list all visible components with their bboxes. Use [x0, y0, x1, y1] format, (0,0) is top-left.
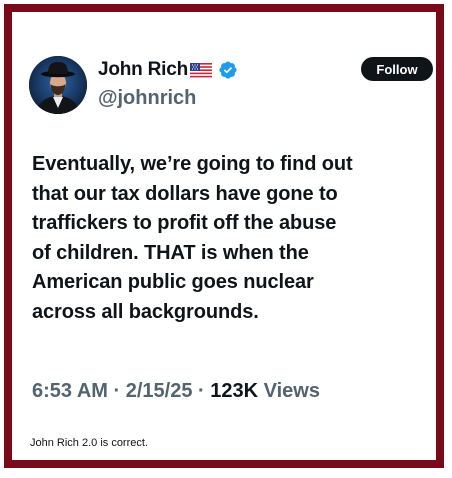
verified-badge-icon: [218, 60, 238, 80]
tweet-time[interactable]: 6:53 AM: [32, 380, 108, 402]
tweet-text-line: American public goes nuclear: [32, 271, 314, 293]
post-frame: John Rich @johnrich Follow Eventually, w…: [4, 4, 444, 468]
tweet-text: Eventually, we’re going to find out that…: [32, 150, 440, 327]
meta-separator: ·: [198, 380, 211, 402]
tweet-text-line: of children. THAT is when the: [32, 241, 309, 264]
views-count: 123K: [210, 380, 264, 402]
us-flag-icon: [190, 62, 213, 78]
author-name[interactable]: John Rich: [98, 59, 188, 81]
views-label: Views: [263, 380, 320, 402]
tweet-text-line: Eventually, we’re going to find out: [32, 153, 353, 175]
tweet-text-line: traffickers to profit off the abuse: [32, 212, 337, 234]
author-name-row: John Rich: [98, 58, 238, 82]
caption-text: John Rich 2.0 is correct.: [30, 437, 148, 449]
avatar[interactable]: [29, 56, 87, 114]
avatar-image: [29, 56, 87, 114]
meta-separator: ·: [113, 380, 126, 402]
tweet-meta: 6:53 AM · 2/15/25 · 123K Views: [32, 380, 320, 403]
tweet-text-line: across all backgrounds.: [32, 300, 259, 323]
author-handle[interactable]: @johnrich: [98, 87, 196, 110]
tweet-date[interactable]: 2/15/25: [126, 380, 193, 402]
follow-button[interactable]: Follow: [361, 57, 433, 81]
tweet-text-line: that our tax dollars have gone to: [32, 182, 338, 205]
